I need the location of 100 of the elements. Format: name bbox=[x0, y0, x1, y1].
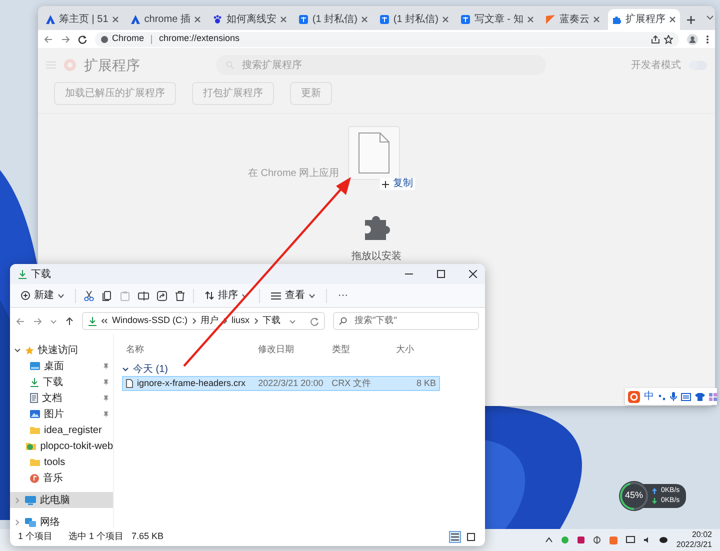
caret-icon bbox=[58, 294, 64, 298]
clock-date[interactable]: 2022/3/21 bbox=[676, 540, 712, 550]
breadcrumb[interactable]: 下载 bbox=[262, 314, 281, 328]
grid-icon[interactable] bbox=[709, 392, 717, 400]
back-icon[interactable] bbox=[44, 34, 53, 44]
sidebar-item[interactable]: plopco-tokit-web bbox=[10, 438, 113, 454]
chevron-right-icon[interactable] bbox=[222, 318, 228, 324]
overflow-chevron-icon[interactable] bbox=[101, 318, 108, 324]
breadcrumb[interactable]: 用户 bbox=[200, 314, 219, 328]
profile-icon[interactable] bbox=[687, 34, 698, 44]
clock-time[interactable]: 20:02 bbox=[676, 530, 712, 540]
file-icon bbox=[126, 379, 133, 388]
browser-tab[interactable]: 写文章 - 知 bbox=[457, 9, 538, 30]
microphone-icon[interactable] bbox=[670, 392, 677, 401]
close-icon[interactable] bbox=[669, 16, 676, 23]
sidebar-item[interactable]: 音乐 bbox=[10, 470, 113, 486]
flag-icon bbox=[546, 15, 556, 24]
sidebar-item[interactable]: 桌面 bbox=[10, 358, 113, 374]
share-icon[interactable] bbox=[157, 290, 167, 300]
search-field[interactable]: 搜索"下载" bbox=[332, 312, 479, 330]
download-icon bbox=[88, 316, 97, 326]
tray-app-icon[interactable] bbox=[593, 536, 602, 544]
drop-label: 拖放以安装 bbox=[352, 250, 402, 264]
tray-app-icon[interactable] bbox=[659, 536, 668, 544]
copy-icon[interactable] bbox=[102, 290, 112, 300]
column-header[interactable]: 大小 bbox=[392, 343, 440, 357]
tiles-view-button[interactable] bbox=[465, 531, 477, 543]
column-header[interactable]: 修改日期 bbox=[254, 343, 328, 357]
expand-chevron-icon[interactable] bbox=[122, 366, 129, 372]
refresh-icon[interactable] bbox=[310, 316, 319, 326]
network-icon[interactable] bbox=[626, 536, 636, 544]
file-type: CRX 文件 bbox=[330, 376, 372, 390]
site-info-icon[interactable] bbox=[101, 36, 108, 42]
breadcrumb[interactable]: Windows-SSD (C:) bbox=[112, 314, 188, 328]
column-header[interactable]: 名称 bbox=[122, 343, 254, 357]
cut-icon[interactable] bbox=[84, 290, 94, 300]
browser-tab[interactable]: 蓝奏云 bbox=[542, 9, 604, 30]
more-button[interactable]: ··· bbox=[335, 286, 351, 306]
sort-button[interactable]: 排序 bbox=[202, 286, 251, 306]
pin-icon[interactable] bbox=[103, 394, 109, 402]
browser-tab[interactable]: 扩展程序 bbox=[608, 9, 680, 30]
chevron-down-icon[interactable] bbox=[50, 318, 57, 324]
sidebar-item[interactable]: 下载 bbox=[10, 374, 113, 390]
sidebar-item[interactable]: 网络 bbox=[10, 514, 113, 530]
chevron-right-icon[interactable] bbox=[254, 318, 259, 324]
developer-mode-label: 开发者模式 bbox=[631, 58, 681, 72]
share-icon[interactable] bbox=[651, 34, 660, 44]
forward-icon[interactable] bbox=[61, 34, 70, 44]
ime-logo-icon[interactable] bbox=[628, 390, 640, 402]
view-button[interactable]: 查看 bbox=[268, 286, 318, 306]
pin-icon[interactable] bbox=[103, 410, 109, 418]
chevron-down-icon[interactable] bbox=[288, 318, 296, 324]
reload-icon[interactable] bbox=[78, 34, 87, 44]
maximize-icon[interactable] bbox=[437, 270, 445, 278]
details-view-button[interactable] bbox=[449, 531, 461, 543]
star-icon[interactable] bbox=[664, 34, 673, 44]
site-logo-icon bbox=[461, 15, 470, 24]
folder-icon bbox=[30, 426, 40, 434]
address-field[interactable]: Windows-SSD (C:) 用户 liusx 下载 bbox=[82, 312, 325, 330]
chevron-up-icon[interactable] bbox=[545, 536, 554, 544]
search-icon bbox=[338, 317, 347, 325]
browser-tab[interactable]: 筹主页 | 51 bbox=[42, 9, 124, 30]
up-icon[interactable] bbox=[65, 316, 74, 326]
notice-text: 在 Chrome 网上应用 bbox=[248, 166, 340, 181]
close-icon[interactable] bbox=[469, 270, 477, 278]
chevron-right-icon[interactable] bbox=[192, 318, 197, 324]
browser-tab[interactable]: (1 封私信) bbox=[295, 9, 372, 30]
sort-icon bbox=[205, 291, 214, 300]
sidebar-item[interactable]: tools bbox=[10, 454, 113, 470]
rename-icon[interactable] bbox=[138, 290, 149, 300]
forward-icon[interactable] bbox=[33, 316, 42, 326]
file-row[interactable]: ignore-x-frame-headers.crx 2022/3/21 20:00 CRX 文件 8 KB bbox=[122, 376, 440, 391]
selection-size: 7.65 KB bbox=[132, 530, 164, 544]
triangle-logo-icon bbox=[46, 15, 55, 24]
column-header[interactable]: 类型 bbox=[328, 343, 392, 357]
breadcrumb[interactable]: liusx bbox=[232, 314, 250, 328]
sidebar-item[interactable]: 快速访问 bbox=[10, 342, 113, 358]
browser-tab[interactable]: (1 封私信) bbox=[376, 9, 454, 30]
more-icon[interactable] bbox=[706, 34, 709, 44]
page-title: 扩展程序 bbox=[84, 56, 140, 74]
shirt-icon[interactable] bbox=[695, 392, 705, 400]
group-header[interactable]: 今天 (1) bbox=[133, 362, 168, 376]
pin-icon[interactable] bbox=[103, 362, 109, 370]
browser-tab[interactable]: chrome 插 bbox=[127, 9, 206, 30]
sidebar-item[interactable]: 文档 bbox=[10, 390, 113, 406]
selection-count: 选中 1 个项目 bbox=[68, 530, 124, 544]
back-icon[interactable] bbox=[16, 316, 25, 326]
address-bar[interactable]: Chrome chrome://extensions bbox=[95, 32, 679, 46]
sidebar-item[interactable]: 此电脑 bbox=[10, 492, 113, 508]
punctuation-icon[interactable] bbox=[658, 392, 666, 400]
chevron-down-icon[interactable] bbox=[706, 13, 714, 21]
pin-icon[interactable] bbox=[103, 378, 109, 386]
delete-icon[interactable] bbox=[175, 290, 185, 300]
keyboard-icon[interactable] bbox=[681, 392, 691, 400]
browser-tab[interactable]: 如何离线安 bbox=[209, 9, 292, 30]
expand-chevron-icon[interactable] bbox=[14, 346, 21, 354]
sidebar-item[interactable]: idea_register bbox=[10, 422, 113, 438]
sidebar-item[interactable]: 图片 bbox=[10, 406, 113, 422]
new-button[interactable]: 新建 bbox=[18, 286, 67, 306]
input-mode[interactable]: 中 bbox=[644, 389, 654, 404]
